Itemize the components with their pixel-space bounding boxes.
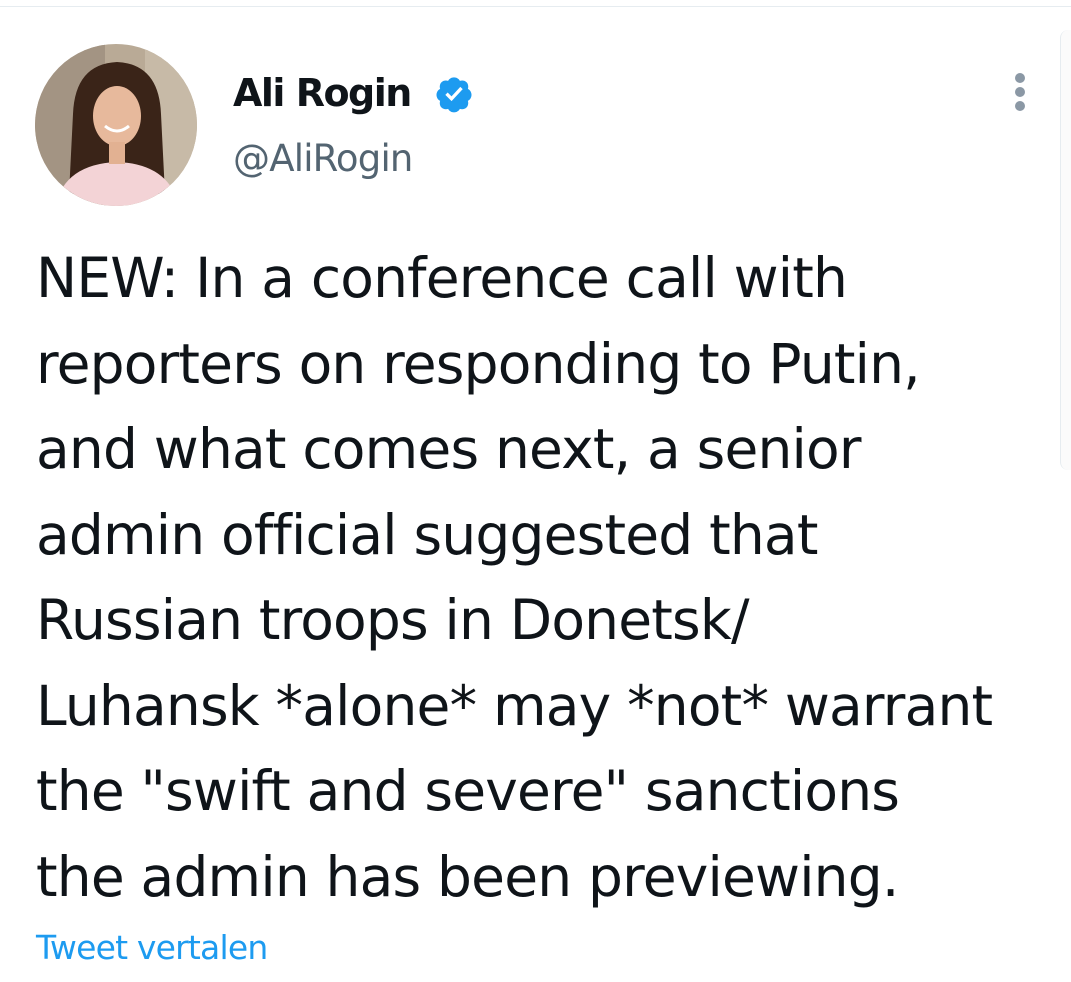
tweet-text: NEW: In a conference call with reporters…	[36, 246, 993, 909]
verified-badge-icon	[436, 77, 472, 113]
more-vertical-icon[interactable]	[1000, 68, 1040, 118]
author-handle[interactable]: @AliRogin	[233, 136, 413, 182]
translate-tweet-link[interactable]: Tweet vertalen	[36, 926, 268, 970]
avatar[interactable]	[35, 44, 197, 206]
avatar-photo	[35, 44, 197, 206]
scrollbar[interactable]	[1060, 30, 1071, 470]
top-divider	[0, 6, 1071, 7]
author-display-name[interactable]: Ali Rogin	[233, 70, 412, 116]
